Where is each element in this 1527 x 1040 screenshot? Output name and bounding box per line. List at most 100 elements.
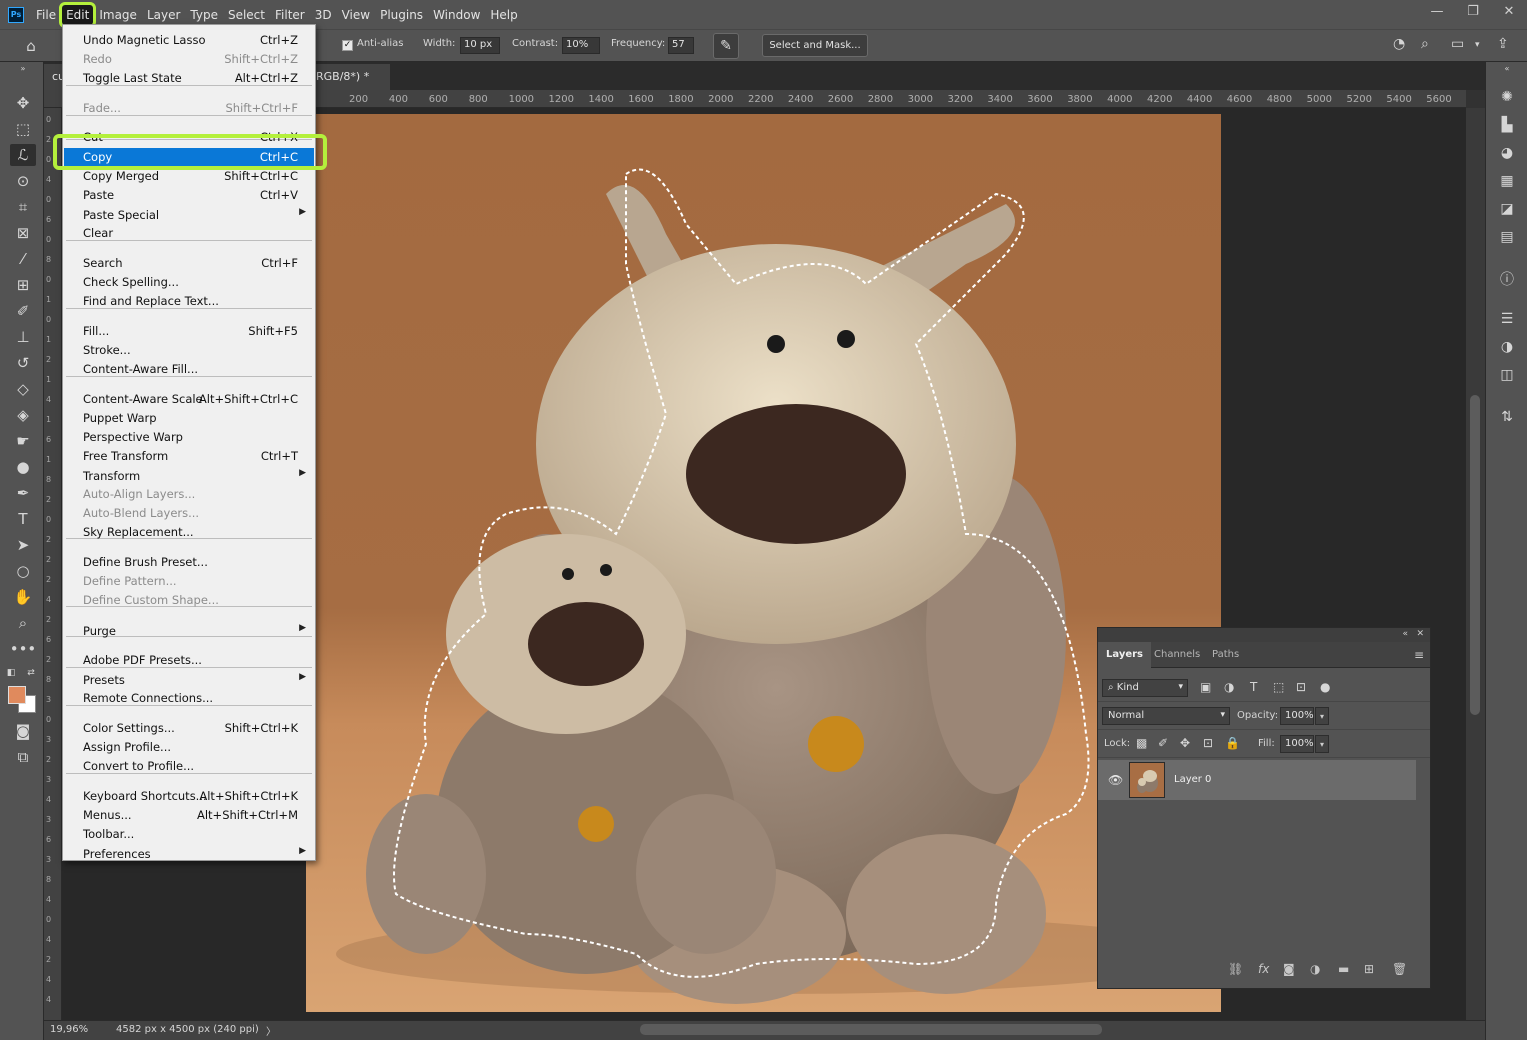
menu-select[interactable]: Select	[224, 5, 269, 25]
clone-stamp-tool-icon[interactable]: ⊥	[10, 326, 36, 348]
lock-position-icon[interactable]: ✥	[1180, 736, 1190, 750]
menu-item-remote-connections[interactable]: Remote Connections...	[64, 689, 314, 707]
menu-item-clear[interactable]: Clear	[64, 224, 314, 242]
tab-channels[interactable]: Channels	[1146, 642, 1208, 668]
libraries-panel-icon[interactable]: ▤	[1494, 226, 1520, 248]
lock-transparency-icon[interactable]: ▩	[1136, 736, 1147, 750]
menu-item-content-aware-fill[interactable]: Content-Aware Fill...	[64, 360, 314, 378]
menu-item-color-settings[interactable]: Color Settings... Shift+Ctrl+K	[64, 719, 314, 737]
filter-toggle-icon[interactable]: ●	[1320, 680, 1330, 694]
menu-item-paste[interactable]: Paste Ctrl+V	[64, 186, 314, 204]
menu-item-find-and-replace-text[interactable]: Find and Replace Text...	[64, 292, 314, 310]
frame-tool-icon[interactable]: ⊠	[10, 222, 36, 244]
patterns-panel-icon[interactable]: ▦	[1494, 170, 1520, 192]
path-selection-tool-icon[interactable]: ➤	[10, 534, 36, 556]
width-input[interactable]: 10 px	[460, 37, 500, 54]
zoom-level[interactable]: 19,96%	[50, 1024, 88, 1035]
dodge-tool-icon[interactable]: ●	[10, 456, 36, 478]
type-tool-icon[interactable]: T	[10, 508, 36, 530]
healing-brush-tool-icon[interactable]: ⊞	[10, 274, 36, 296]
magnetic-lasso-tool-icon[interactable]: ℒ	[10, 144, 36, 166]
hand-tool-icon[interactable]: ✋	[10, 586, 36, 608]
workspace-dropdown-icon[interactable]: ▾	[1475, 40, 1480, 50]
filter-pixel-icon[interactable]: ▣	[1200, 680, 1211, 694]
frequency-input[interactable]: 57	[668, 37, 694, 54]
contrast-input[interactable]: 10%	[562, 37, 600, 54]
properties-panel-icon[interactable]: ☰	[1494, 308, 1520, 330]
tab-layers[interactable]: Layers	[1098, 642, 1151, 668]
default-colors-icon[interactable]: ◧	[4, 662, 18, 684]
filter-shape-icon[interactable]: ⬚	[1273, 680, 1284, 694]
new-group-icon[interactable]: ▬	[1338, 962, 1349, 976]
vertical-scrollbar[interactable]	[1466, 108, 1485, 1020]
smudge-tool-icon[interactable]: ☛	[10, 430, 36, 452]
menu-filter[interactable]: Filter	[271, 5, 309, 25]
menu-item-preferences[interactable]: Preferences ▶	[64, 845, 314, 863]
vertical-scrollbar-thumb[interactable]	[1470, 395, 1480, 715]
panel-collapse-icon[interactable]: «	[1494, 62, 1520, 74]
eraser-tool-icon[interactable]: ◇	[10, 378, 36, 400]
user-search-icon[interactable]: ◔	[1393, 36, 1405, 52]
filter-adjustment-icon[interactable]: ◑	[1224, 680, 1234, 694]
select-and-mask-button[interactable]: Select and Mask...	[762, 34, 868, 57]
menu-item-fill[interactable]: Fill... Shift+F5	[64, 322, 314, 340]
color-panel-icon[interactable]: ✺	[1494, 86, 1520, 108]
close-button[interactable]: ✕	[1491, 0, 1527, 22]
marquee-tool-icon[interactable]: ⬚	[10, 118, 36, 140]
restore-button[interactable]: ❐	[1455, 0, 1491, 22]
adjustments-panel-icon[interactable]: ◑	[1494, 336, 1520, 358]
menu-item-search[interactable]: Search Ctrl+F	[64, 254, 314, 272]
foreground-color-swatch[interactable]	[8, 686, 26, 704]
minimize-button[interactable]: —	[1419, 0, 1455, 22]
menu-item-transform[interactable]: Transform ▶	[64, 467, 314, 485]
document-image[interactable]	[306, 114, 1221, 1012]
more-tools-icon[interactable]: •••	[10, 638, 37, 660]
link-layers-icon[interactable]: ⛓	[1228, 962, 1243, 976]
opacity-input[interactable]: 100%	[1280, 707, 1314, 725]
menu-item-adobe-pdf-presets[interactable]: Adobe PDF Presets...	[64, 651, 314, 669]
home-icon[interactable]: ⌂	[18, 35, 44, 57]
layer-name[interactable]: Layer 0	[1174, 774, 1211, 785]
panel-collapse-icon[interactable]: «	[1402, 629, 1408, 639]
workspace-icon[interactable]: ▭	[1451, 36, 1464, 52]
gradients-panel-icon[interactable]: ◪	[1494, 198, 1520, 220]
quick-mask-icon[interactable]: ◙	[10, 720, 36, 742]
add-mask-icon[interactable]: ◙	[1283, 962, 1295, 976]
lock-image-icon[interactable]: ✐	[1158, 736, 1168, 750]
lock-artboard-icon[interactable]: ⊡	[1203, 736, 1213, 750]
toolbar-collapse-icon[interactable]: »	[10, 62, 36, 74]
share-icon[interactable]: ⇪	[1497, 36, 1509, 52]
menu-help[interactable]: Help	[486, 5, 521, 25]
filter-type-icon[interactable]: T	[1250, 680, 1257, 694]
pen-pressure-icon[interactable]: ✎	[713, 33, 739, 59]
antialias-checkbox[interactable]: ✓	[342, 40, 353, 51]
status-expand-icon[interactable]: 〉	[266, 1023, 276, 1038]
horizontal-scrollbar-thumb[interactable]	[640, 1024, 1102, 1035]
menu-window[interactable]: Window	[429, 5, 484, 25]
delete-layer-icon[interactable]: 🗑	[1392, 962, 1407, 976]
eyedropper-tool-icon[interactable]: ⁄	[10, 248, 36, 270]
layer-filter-kind-select[interactable]: ⌕ Kind ▾	[1102, 679, 1188, 697]
histogram-panel-icon[interactable]: ▙	[1494, 114, 1520, 136]
layer-row[interactable]: 👁 Layer 0	[1098, 760, 1416, 800]
menu-item-toggle-last-state[interactable]: Toggle Last State Alt+Ctrl+Z	[64, 69, 314, 87]
menu-file[interactable]: File	[32, 5, 60, 25]
menu-item-purge[interactable]: Purge ▶	[64, 622, 314, 640]
brushes-panel-icon[interactable]: ◫	[1494, 364, 1520, 386]
menu-item-keyboard-shortcuts[interactable]: Keyboard Shortcuts... Alt+Shift+Ctrl+K	[64, 787, 314, 805]
panel-close-icon[interactable]: ✕	[1416, 629, 1424, 639]
ellipse-tool-icon[interactable]: ○	[10, 560, 36, 582]
new-layer-icon[interactable]: ⊞	[1364, 962, 1374, 976]
menu-item-assign-profile[interactable]: Assign Profile...	[64, 738, 314, 756]
menu-item-perspective-warp[interactable]: Perspective Warp	[64, 428, 314, 446]
search-icon[interactable]: ⌕	[1421, 36, 1429, 52]
menu-plugins[interactable]: Plugins	[376, 5, 427, 25]
brush-tool-icon[interactable]: ✐	[10, 300, 36, 322]
panel-menu-icon[interactable]: ≡	[1414, 648, 1424, 662]
menu-view[interactable]: View	[338, 5, 374, 25]
document-info[interactable]: 4582 px x 4500 px (240 ppi)	[116, 1024, 259, 1035]
fill-dropdown-icon[interactable]: ▾	[1315, 735, 1329, 753]
menu-item-check-spelling[interactable]: Check Spelling...	[64, 273, 314, 291]
info-panel-icon[interactable]: ⓘ	[1494, 268, 1520, 290]
menu-item-stroke[interactable]: Stroke...	[64, 341, 314, 359]
